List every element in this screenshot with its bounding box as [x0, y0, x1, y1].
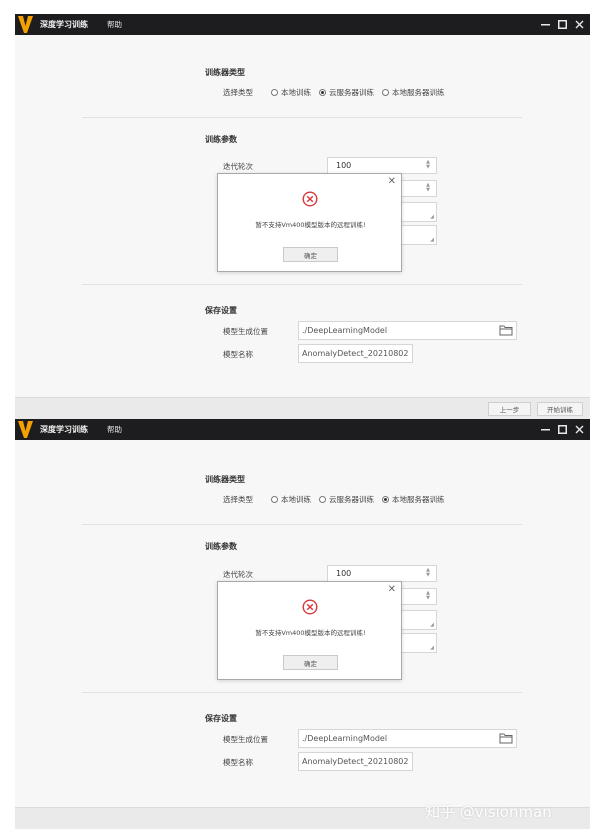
dialog-ok-button[interactable]: 确定 — [283, 655, 338, 670]
spin-arrows-icon[interactable]: ▲ ▼ — [426, 568, 430, 578]
model-path-input[interactable]: ./DeepLearningModel — [298, 729, 517, 748]
iterations-label: 迭代轮次 — [223, 570, 253, 579]
iterations-spinbox[interactable]: 100 ▲ ▼ — [327, 565, 437, 582]
radio-cloud-training[interactable]: 云服务器训练 — [319, 87, 374, 98]
radio-local-server-training[interactable]: 本地服务器训练 — [382, 87, 445, 98]
training-window-2: 深度学习训练 帮助 训练器类型 选择类型 本地训练 云服务器训练 本地服务器训练… — [15, 419, 590, 829]
title-bar: 深度学习训练 帮助 — [15, 419, 590, 440]
app-logo-icon — [18, 16, 33, 33]
radio-dot[interactable] — [382, 496, 389, 503]
resize-grip-icon[interactable]: ◢ — [430, 622, 434, 628]
app-title: 深度学习训练 — [40, 425, 88, 434]
radio-label: 本地训练 — [281, 88, 311, 97]
app-logo-icon — [18, 421, 33, 438]
radio-label: 云服务器训练 — [329, 495, 374, 504]
error-circle-icon — [302, 191, 318, 207]
model-name-label: 模型名称 — [223, 758, 253, 767]
model-path-label: 模型生成位置 — [223, 327, 268, 336]
close-icon[interactable] — [571, 16, 587, 32]
help-menu[interactable]: 帮助 — [107, 19, 122, 30]
iterations-label: 迭代轮次 — [223, 162, 253, 171]
dialog-message: 暂不支持Vm400模型版本的远程训练! — [255, 221, 366, 229]
watermark: 知乎 @visionman — [425, 803, 552, 821]
error-dialog: ✕ 暂不支持Vm400模型版本的远程训练! 确定 — [217, 173, 402, 272]
section-divider — [82, 284, 522, 285]
section-divider — [82, 524, 522, 525]
select-type-label: 选择类型 — [223, 88, 253, 97]
spin-arrows-icon[interactable]: ▲ ▼ — [426, 183, 430, 193]
error-dialog: ✕ 暂不支持Vm400模型版本的远程训练! 确定 — [217, 581, 402, 680]
minimize-icon[interactable] — [537, 421, 553, 437]
training-window-1: 深度学习训练 帮助 训练器类型 选择类型 本地训练 云服务器训练 本地服务器训练… — [15, 14, 590, 419]
folder-icon[interactable] — [499, 324, 513, 336]
radio-label: 本地服务器训练 — [392, 88, 445, 97]
spin-arrows-icon[interactable]: ▲ ▼ — [426, 160, 430, 170]
radio-dot[interactable] — [319, 89, 326, 96]
save-section-title: 保存设置 — [205, 714, 237, 723]
start-training-button[interactable]: 开始训练 — [537, 402, 583, 416]
trainer-section-title: 训练器类型 — [205, 68, 245, 77]
iterations-value: 100 — [336, 161, 352, 170]
select-type-label: 选择类型 — [223, 495, 253, 504]
maximize-icon[interactable] — [554, 421, 570, 437]
model-name-label: 模型名称 — [223, 350, 253, 359]
close-icon[interactable] — [571, 421, 587, 437]
app-title: 深度学习训练 — [40, 20, 88, 29]
radio-local-server-training[interactable]: 本地服务器训练 — [382, 494, 445, 505]
iterations-spinbox[interactable]: 100 ▲ ▼ — [327, 157, 437, 174]
params-section-title: 训练参数 — [205, 542, 237, 551]
resize-grip-icon[interactable]: ◢ — [430, 237, 434, 243]
model-name-input[interactable]: AnomalyDetect_20210802 — [298, 752, 413, 771]
trainer-section-title: 训练器类型 — [205, 475, 245, 484]
dialog-close-icon[interactable]: ✕ — [388, 176, 396, 187]
spin-arrows-icon[interactable]: ▲ ▼ — [426, 591, 430, 601]
radio-label: 云服务器训练 — [329, 88, 374, 97]
prev-step-button[interactable]: 上一步 — [488, 402, 531, 416]
section-divider — [82, 692, 522, 693]
footer-bar: 上一步 开始训练 — [15, 397, 590, 419]
help-menu[interactable]: 帮助 — [107, 424, 122, 435]
section-divider — [82, 117, 522, 118]
maximize-icon[interactable] — [554, 16, 570, 32]
radio-dot[interactable] — [382, 89, 389, 96]
radio-local-training[interactable]: 本地训练 — [271, 494, 311, 505]
model-path-input[interactable]: ./DeepLearningModel — [298, 321, 517, 340]
params-section-title: 训练参数 — [205, 135, 237, 144]
minimize-icon[interactable] — [537, 16, 553, 32]
resize-grip-icon[interactable]: ◢ — [430, 645, 434, 651]
resize-grip-icon[interactable]: ◢ — [430, 214, 434, 220]
dialog-ok-button[interactable]: 确定 — [283, 247, 338, 262]
radio-dot[interactable] — [271, 496, 278, 503]
dialog-close-icon[interactable]: ✕ — [388, 584, 396, 595]
folder-icon[interactable] — [499, 732, 513, 744]
error-circle-icon — [302, 599, 318, 615]
model-name-input[interactable]: AnomalyDetect_20210802 — [298, 344, 413, 363]
radio-label: 本地服务器训练 — [392, 495, 445, 504]
radio-dot[interactable] — [271, 89, 278, 96]
radio-local-training[interactable]: 本地训练 — [271, 87, 311, 98]
trainer-type-radio-group: 本地训练 云服务器训练 本地服务器训练 — [271, 87, 453, 98]
title-bar: 深度学习训练 帮助 — [15, 14, 590, 35]
dialog-message: 暂不支持Vm400模型版本的远程训练! — [255, 629, 366, 637]
iterations-value: 100 — [336, 569, 352, 578]
model-path-label: 模型生成位置 — [223, 735, 268, 744]
radio-dot[interactable] — [319, 496, 326, 503]
radio-label: 本地训练 — [281, 495, 311, 504]
trainer-type-radio-group: 本地训练 云服务器训练 本地服务器训练 — [271, 494, 453, 505]
save-section-title: 保存设置 — [205, 306, 237, 315]
radio-cloud-training[interactable]: 云服务器训练 — [319, 494, 374, 505]
